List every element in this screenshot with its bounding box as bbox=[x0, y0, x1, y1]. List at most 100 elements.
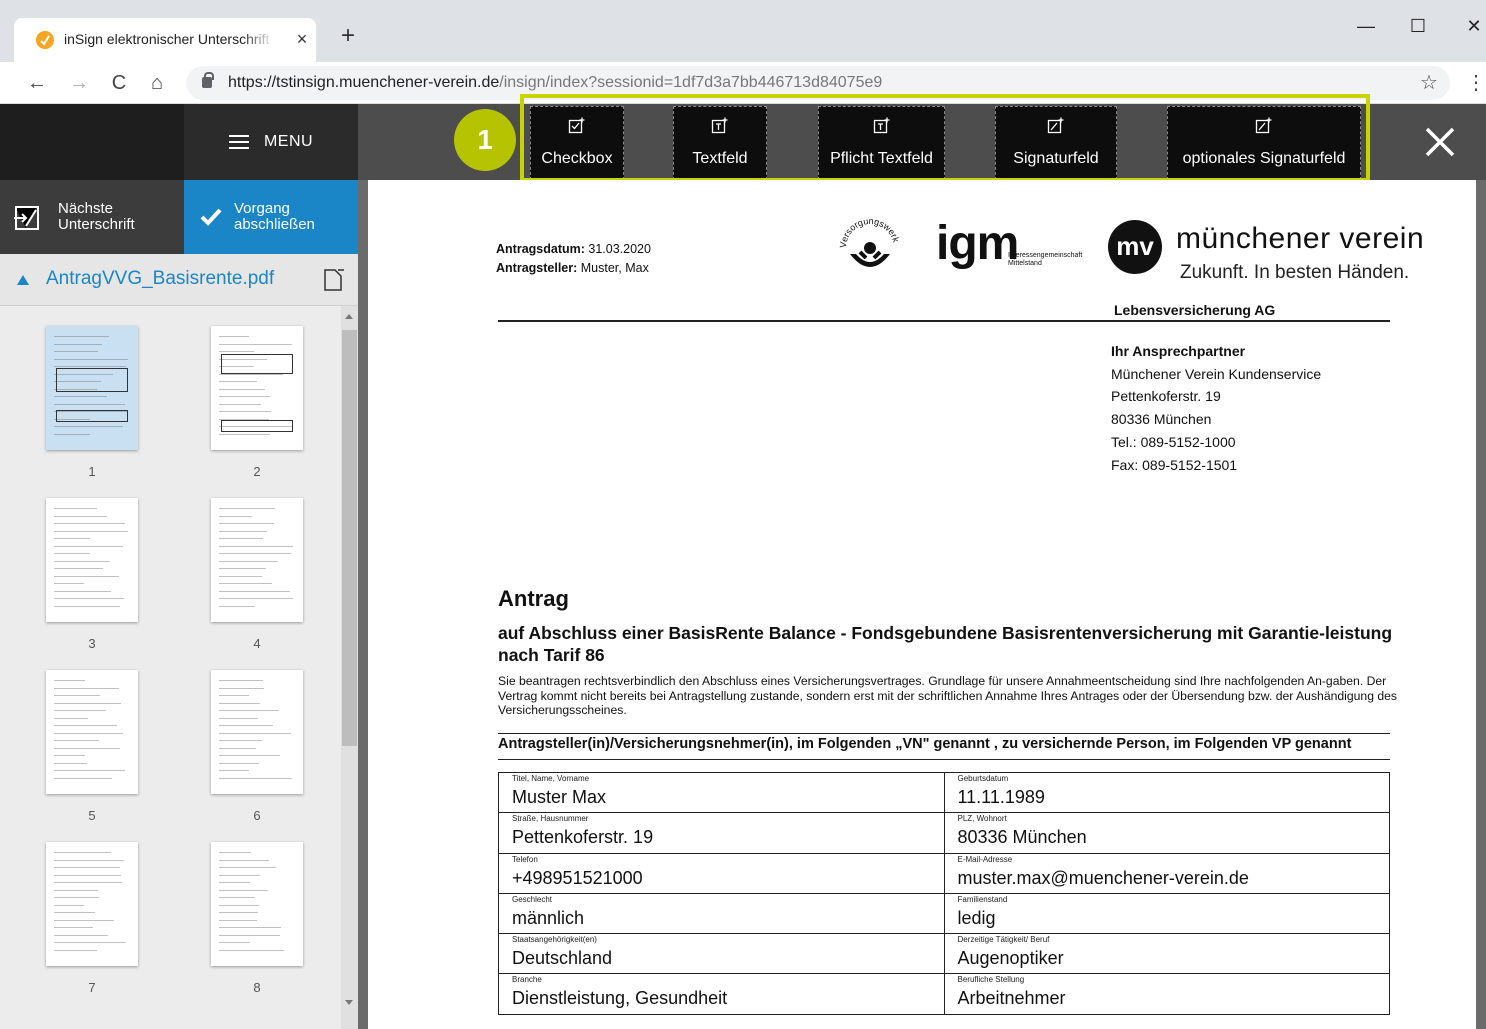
thumbnail-text-line bbox=[219, 702, 260, 704]
thumbnail-text-line bbox=[219, 859, 269, 861]
form-field[interactable]: Titel, Name, Vorname Muster Max bbox=[499, 773, 945, 814]
browser-menu-icon[interactable]: ⋮ bbox=[1466, 70, 1486, 95]
versorgungswerk-logo: Versorgungswerk bbox=[838, 218, 901, 267]
thumbnail-text-line bbox=[219, 942, 250, 943]
thumbnail-text-line bbox=[219, 740, 262, 741]
thumbnail-scrollbar[interactable] bbox=[341, 306, 358, 1029]
applicant-label: Antragsteller: bbox=[496, 261, 578, 275]
thumbnail-text-line bbox=[219, 433, 270, 435]
tab-close-icon[interactable]: × bbox=[292, 27, 312, 51]
document-icon[interactable] bbox=[323, 268, 345, 292]
collapse-triangle-icon[interactable] bbox=[17, 275, 29, 285]
back-arrow-icon[interactable]: ← bbox=[24, 70, 50, 96]
thumbnail-text-line bbox=[54, 725, 117, 726]
thumbnail-text-line bbox=[54, 747, 120, 749]
page-thumbnail[interactable] bbox=[46, 670, 138, 794]
home-icon[interactable]: ⌂ bbox=[144, 70, 170, 96]
thumbnail-text-line bbox=[219, 934, 280, 936]
scrollbar-thumb[interactable] bbox=[342, 330, 357, 746]
thumbnail-text-line bbox=[219, 777, 292, 779]
form-row: Staatsangehörigkeit(en) Deutschland Derzei… bbox=[499, 934, 1390, 975]
menu-button[interactable]: MENU bbox=[184, 104, 358, 180]
form-field[interactable]: Berufliche Stellung Arbeitnehmer bbox=[944, 974, 1390, 1015]
insign-app: MENU 1 Checkbox Textfeld Pflicht Textfel… bbox=[0, 94, 1486, 1029]
form-field[interactable]: Familienstand ledig bbox=[944, 893, 1390, 935]
form-field[interactable]: Straße, Hausnummer Pettenkoferstr. 19 bbox=[499, 813, 945, 854]
tab-title: inSign elektronischer Unterschrift bbox=[64, 31, 270, 47]
thumbnail-text-line bbox=[219, 590, 290, 592]
form-field-caption: Straße, Hausnummer bbox=[512, 814, 589, 824]
form-field[interactable]: Derzeitige Tätigkeit/ Beruf Augenoptiker bbox=[944, 934, 1390, 975]
thumbnail-text-line bbox=[54, 695, 100, 696]
document-file-row[interactable]: AntragVVG_Basisrente.pdf bbox=[0, 254, 358, 306]
field-toolbar: 1 Checkbox Textfeld Pflicht Textfeld Sig… bbox=[358, 94, 1486, 182]
page-thumbnail[interactable] bbox=[46, 842, 138, 966]
company-unit: Lebensversicherung AG bbox=[1114, 302, 1276, 318]
thumbnail-text-line bbox=[54, 882, 122, 883]
toolbar-highlight-frame bbox=[520, 94, 1370, 182]
thumbnail-table-block bbox=[221, 354, 293, 374]
form-field[interactable]: E-Mail-Adresse muster.max@muenchener-vere… bbox=[944, 853, 1390, 894]
form-field[interactable]: Geburtsdatum 11.11.1989 bbox=[944, 773, 1390, 814]
thumbnail-text-line bbox=[219, 680, 263, 681]
form-field[interactable]: Staatsangehörigkeit(en) Deutschland bbox=[499, 934, 945, 975]
form-field-caption: E-Mail-Adresse bbox=[957, 854, 1013, 864]
form-field[interactable]: Telefon +498951521000 bbox=[499, 853, 945, 894]
thumbnail-text-line bbox=[219, 351, 254, 352]
thumbnail-text-line bbox=[54, 560, 110, 562]
form-field-value: +498951521000 bbox=[512, 867, 643, 888]
thumbnail-text-line bbox=[54, 366, 126, 367]
thumbnail-text-line bbox=[219, 889, 268, 891]
window-maximize-button[interactable]: ☐ bbox=[1406, 14, 1430, 38]
step-badge: 1 bbox=[454, 109, 516, 171]
finish-process-button[interactable]: Vorgang abschließen bbox=[184, 180, 358, 254]
forward-arrow-icon[interactable]: → bbox=[66, 70, 92, 96]
thumbnail-text-line bbox=[54, 717, 88, 719]
scroll-up-arrow-icon[interactable] bbox=[345, 314, 353, 319]
left-header: MENU bbox=[0, 104, 358, 180]
page-thumbnail[interactable] bbox=[211, 842, 303, 966]
page-thumbnail[interactable] bbox=[211, 498, 303, 622]
thumbnail-text-line bbox=[54, 583, 84, 584]
application-meta: Antragsdatum: 31.03.2020 Antragsteller: … bbox=[496, 240, 651, 278]
form-field[interactable]: Branche Dienstleistung, Gesundheit bbox=[499, 974, 945, 1015]
mv-logo-mark: mv bbox=[1108, 220, 1162, 274]
thumbnail-text-line bbox=[54, 732, 123, 734]
thumbnail-text-line bbox=[54, 770, 125, 771]
thumbnail-text-line bbox=[219, 867, 276, 868]
page-thumbnail[interactable] bbox=[46, 498, 138, 622]
document-title: Antrag bbox=[498, 586, 569, 611]
bookmark-star-icon[interactable]: ☆ bbox=[1420, 70, 1438, 95]
igm-logo: igm Interessengemeinschaft Mittelstand bbox=[936, 220, 1082, 268]
page-thumbnail[interactable] bbox=[211, 326, 303, 450]
form-field-value: muster.max@muenchener-verein.de bbox=[957, 867, 1249, 888]
close-icon[interactable] bbox=[1418, 120, 1462, 164]
thumbnail-text-line bbox=[54, 553, 90, 554]
next-signature-line1: Nächste bbox=[58, 200, 114, 217]
thumbnail-text-line bbox=[54, 859, 124, 861]
window-close-button[interactable]: ✕ bbox=[1462, 14, 1486, 38]
next-signature-button[interactable]: Nächste Unterschrift bbox=[0, 180, 184, 254]
form-field[interactable]: PLZ, Wohnort 80336 München bbox=[944, 813, 1390, 854]
page-thumbnail[interactable] bbox=[211, 670, 303, 794]
browser-tab-strip: inSign elektronischer Unterschrift × + —… bbox=[0, 0, 1486, 62]
page-thumbnail[interactable] bbox=[46, 326, 138, 450]
window-minimize-button[interactable]: — bbox=[1354, 14, 1378, 38]
form-field-value: Pettenkoferstr. 19 bbox=[512, 827, 654, 848]
browser-tab[interactable]: inSign elektronischer Unterschrift × bbox=[14, 18, 316, 62]
scroll-down-arrow-icon[interactable] bbox=[345, 1000, 353, 1005]
form-field[interactable]: Geschlecht männlich bbox=[499, 893, 945, 935]
url-text: https://tstinsign.muenchener-verein.de/i… bbox=[228, 74, 882, 92]
thumbnail-text-line bbox=[54, 927, 93, 928]
thumbnail-page-number: 7 bbox=[88, 980, 96, 995]
igm-logo-sub1: Interessengemeinschaft bbox=[1008, 252, 1083, 259]
date-value: 31.03.2020 bbox=[588, 242, 651, 256]
contact-line: 80336 München bbox=[1111, 411, 1212, 428]
url-host: https://tstinsign.muenchener-verein.de bbox=[228, 74, 500, 91]
thumbnail-page-number: 2 bbox=[253, 464, 261, 479]
next-signature-line2: Unterschrift bbox=[58, 216, 135, 233]
new-tab-button[interactable]: + bbox=[336, 24, 360, 48]
thumbnail-text-line bbox=[219, 508, 275, 509]
reload-icon[interactable]: C bbox=[106, 70, 132, 96]
insign-favicon-icon bbox=[36, 31, 54, 49]
